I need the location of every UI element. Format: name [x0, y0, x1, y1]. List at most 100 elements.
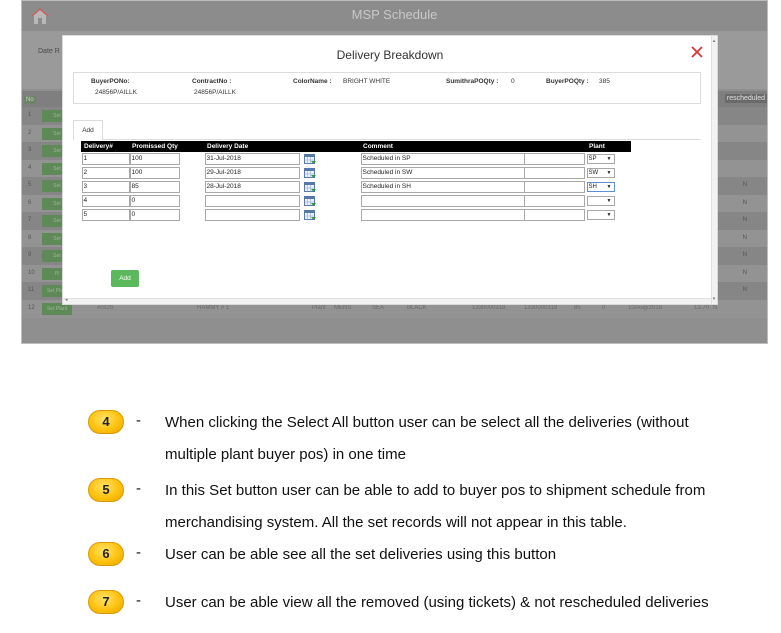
add-button[interactable]: Add	[111, 270, 139, 287]
buyer-po-qty-value: 385	[599, 78, 610, 85]
horizontal-scrollbar[interactable]	[63, 298, 713, 304]
legend-description: When clicking the Select All button user…	[165, 407, 771, 471]
comment-field-extra[interactable]	[524, 208, 585, 221]
background-cell-qty: 85	[574, 304, 581, 311]
app-header: MSP Schedule	[22, 1, 767, 31]
color-name-value: BRIGHT WHITE	[343, 78, 391, 85]
tab-divider	[103, 139, 701, 140]
legend-description: In this Set button user can be able to a…	[165, 475, 771, 539]
tab-add[interactable]: Add	[73, 120, 103, 140]
delivery-date-field[interactable]	[204, 208, 300, 221]
delivery-date-field[interactable]: 29-Jul-2018	[204, 166, 300, 179]
row-number: 2	[28, 129, 32, 136]
row-number: 5	[28, 182, 32, 188]
delivery-number-field[interactable]: 2	[81, 166, 130, 179]
delivery-number-field[interactable]: 1	[81, 152, 130, 165]
delivery-row: 4 0 ▼	[81, 194, 631, 208]
promissed-qty-field[interactable]: 0	[129, 208, 180, 221]
plant-select[interactable]: ▼	[586, 209, 615, 220]
step-number-badge: 5	[88, 478, 124, 502]
comment-field-extra[interactable]	[524, 180, 585, 193]
delivery-date-field[interactable]: 31-Jul-2018	[204, 152, 300, 165]
comment-field[interactable]: Scheduled in SH	[360, 180, 525, 193]
scroll-down-arrow-icon[interactable]: ▾	[711, 296, 717, 302]
delivery-date-field[interactable]: 28-Jul-2018	[204, 180, 300, 193]
vertical-scrollbar[interactable]	[711, 36, 717, 304]
sumithra-po-qty-value: 0	[511, 78, 515, 85]
chevron-down-icon: ▼	[606, 183, 612, 190]
background-cell-buyer: ASOS	[97, 304, 114, 311]
reschedule-flag: N	[742, 269, 747, 276]
buyer-po-qty-label: BuyerPOQty :	[546, 78, 589, 85]
calendar-icon[interactable]	[303, 167, 316, 178]
promissed-qty-field[interactable]: 0	[129, 194, 180, 207]
calendar-icon[interactable]	[303, 195, 316, 206]
plant-select[interactable]: ▼	[586, 195, 615, 206]
delivery-date-field[interactable]	[204, 194, 300, 207]
delivery-grid: Delivery# Promissed Qty Delivery Date Co…	[81, 141, 631, 222]
legend-line: In this Set button user can be able to a…	[165, 482, 706, 499]
date-range-label: Date R	[38, 48, 60, 55]
comment-field[interactable]	[360, 194, 525, 207]
delivery-row: 3 85 28-Jul-2018 Scheduled in SH SH ▼	[81, 180, 631, 194]
delivery-row: 1 100 31-Jul-2018 Scheduled in SP SP ▼	[81, 152, 631, 166]
buyer-po-label: BuyerPONo:	[91, 78, 130, 85]
legend-dash: -	[136, 412, 141, 429]
plant-select-value: SP	[588, 155, 597, 162]
reschedule-flag: N	[742, 182, 747, 188]
chevron-down-icon: ▼	[606, 155, 612, 162]
legend-line: multiple plant buyer pos) in one time	[165, 446, 406, 463]
chevron-down-icon: ▼	[606, 169, 612, 176]
background-cell-flag: N	[713, 304, 718, 311]
legend-dash: -	[136, 480, 141, 497]
comment-field-extra[interactable]	[524, 152, 585, 165]
comment-field[interactable]	[360, 208, 525, 221]
background-cell-val: 13.70	[694, 304, 710, 311]
row-number: 3	[28, 147, 32, 153]
delivery-number-field[interactable]: 3	[81, 180, 130, 193]
sumithra-po-qty-label: SumithraPOQty :	[446, 78, 499, 85]
reschedule-flag: N	[742, 199, 747, 206]
row-number: 9	[28, 252, 32, 258]
row-number: 1	[28, 112, 32, 118]
promissed-qty-field[interactable]: 85	[129, 180, 180, 193]
comment-field-extra[interactable]	[524, 194, 585, 207]
scroll-up-arrow-icon[interactable]: ▴	[711, 38, 717, 44]
promissed-qty-field[interactable]: 100	[129, 166, 180, 179]
calendar-icon[interactable]	[303, 153, 316, 164]
calendar-icon[interactable]	[303, 209, 316, 220]
legend-dash: -	[136, 592, 141, 609]
modal-title: Delivery Breakdown	[336, 48, 444, 62]
plant-select[interactable]: SH ▼	[586, 181, 615, 192]
delivery-number-field[interactable]: 5	[81, 208, 130, 221]
promissed-qty-field[interactable]: 100	[129, 152, 180, 165]
row-number: 8	[28, 234, 32, 241]
app-screenshot: MSP Schedule Date R No rescheduled 1 Set 2…	[21, 0, 768, 344]
plant-select[interactable]: SP ▼	[586, 153, 615, 164]
comment-field[interactable]: Scheduled in SW	[360, 166, 525, 179]
row-number: 11	[28, 287, 35, 293]
comment-field[interactable]: Scheduled in SP	[360, 152, 525, 165]
step-number-badge: 6	[88, 542, 124, 566]
contract-no-value: 24856P/AILLK	[194, 89, 236, 96]
legend-dash: -	[136, 544, 141, 561]
delivery-breakdown-modal: Delivery Breakdown BuyerPONo: 24856P/AIL…	[62, 35, 718, 305]
calendar-icon[interactable]	[303, 181, 316, 192]
delivery-number-field[interactable]: 4	[81, 194, 130, 207]
plant-select[interactable]: SW ▼	[586, 167, 615, 178]
row-number: 10	[28, 269, 35, 276]
scroll-left-arrow-icon[interactable]: ◂	[65, 297, 68, 303]
close-icon[interactable]	[691, 46, 703, 58]
background-cell-dept: MENS	[334, 304, 352, 311]
delivery-row: 5 0 ▼	[81, 208, 631, 222]
background-cell-style: HAMMY # 1	[197, 304, 230, 311]
app-title: MSP Schedule	[351, 7, 438, 22]
legend-line: User can be able see all the set deliver…	[165, 546, 557, 563]
col-delivery-date: Delivery Date	[204, 141, 361, 152]
legend-line: merchandising system. All the set record…	[165, 514, 627, 531]
plant-select-value: SW	[588, 169, 599, 176]
po-info-box: BuyerPONo: 24856P/AILLK ContractNo : 248…	[73, 72, 701, 104]
comment-field-extra[interactable]	[524, 166, 585, 179]
background-cell-plant: Plant	[312, 304, 326, 311]
step-number-badge: 4	[88, 410, 124, 434]
